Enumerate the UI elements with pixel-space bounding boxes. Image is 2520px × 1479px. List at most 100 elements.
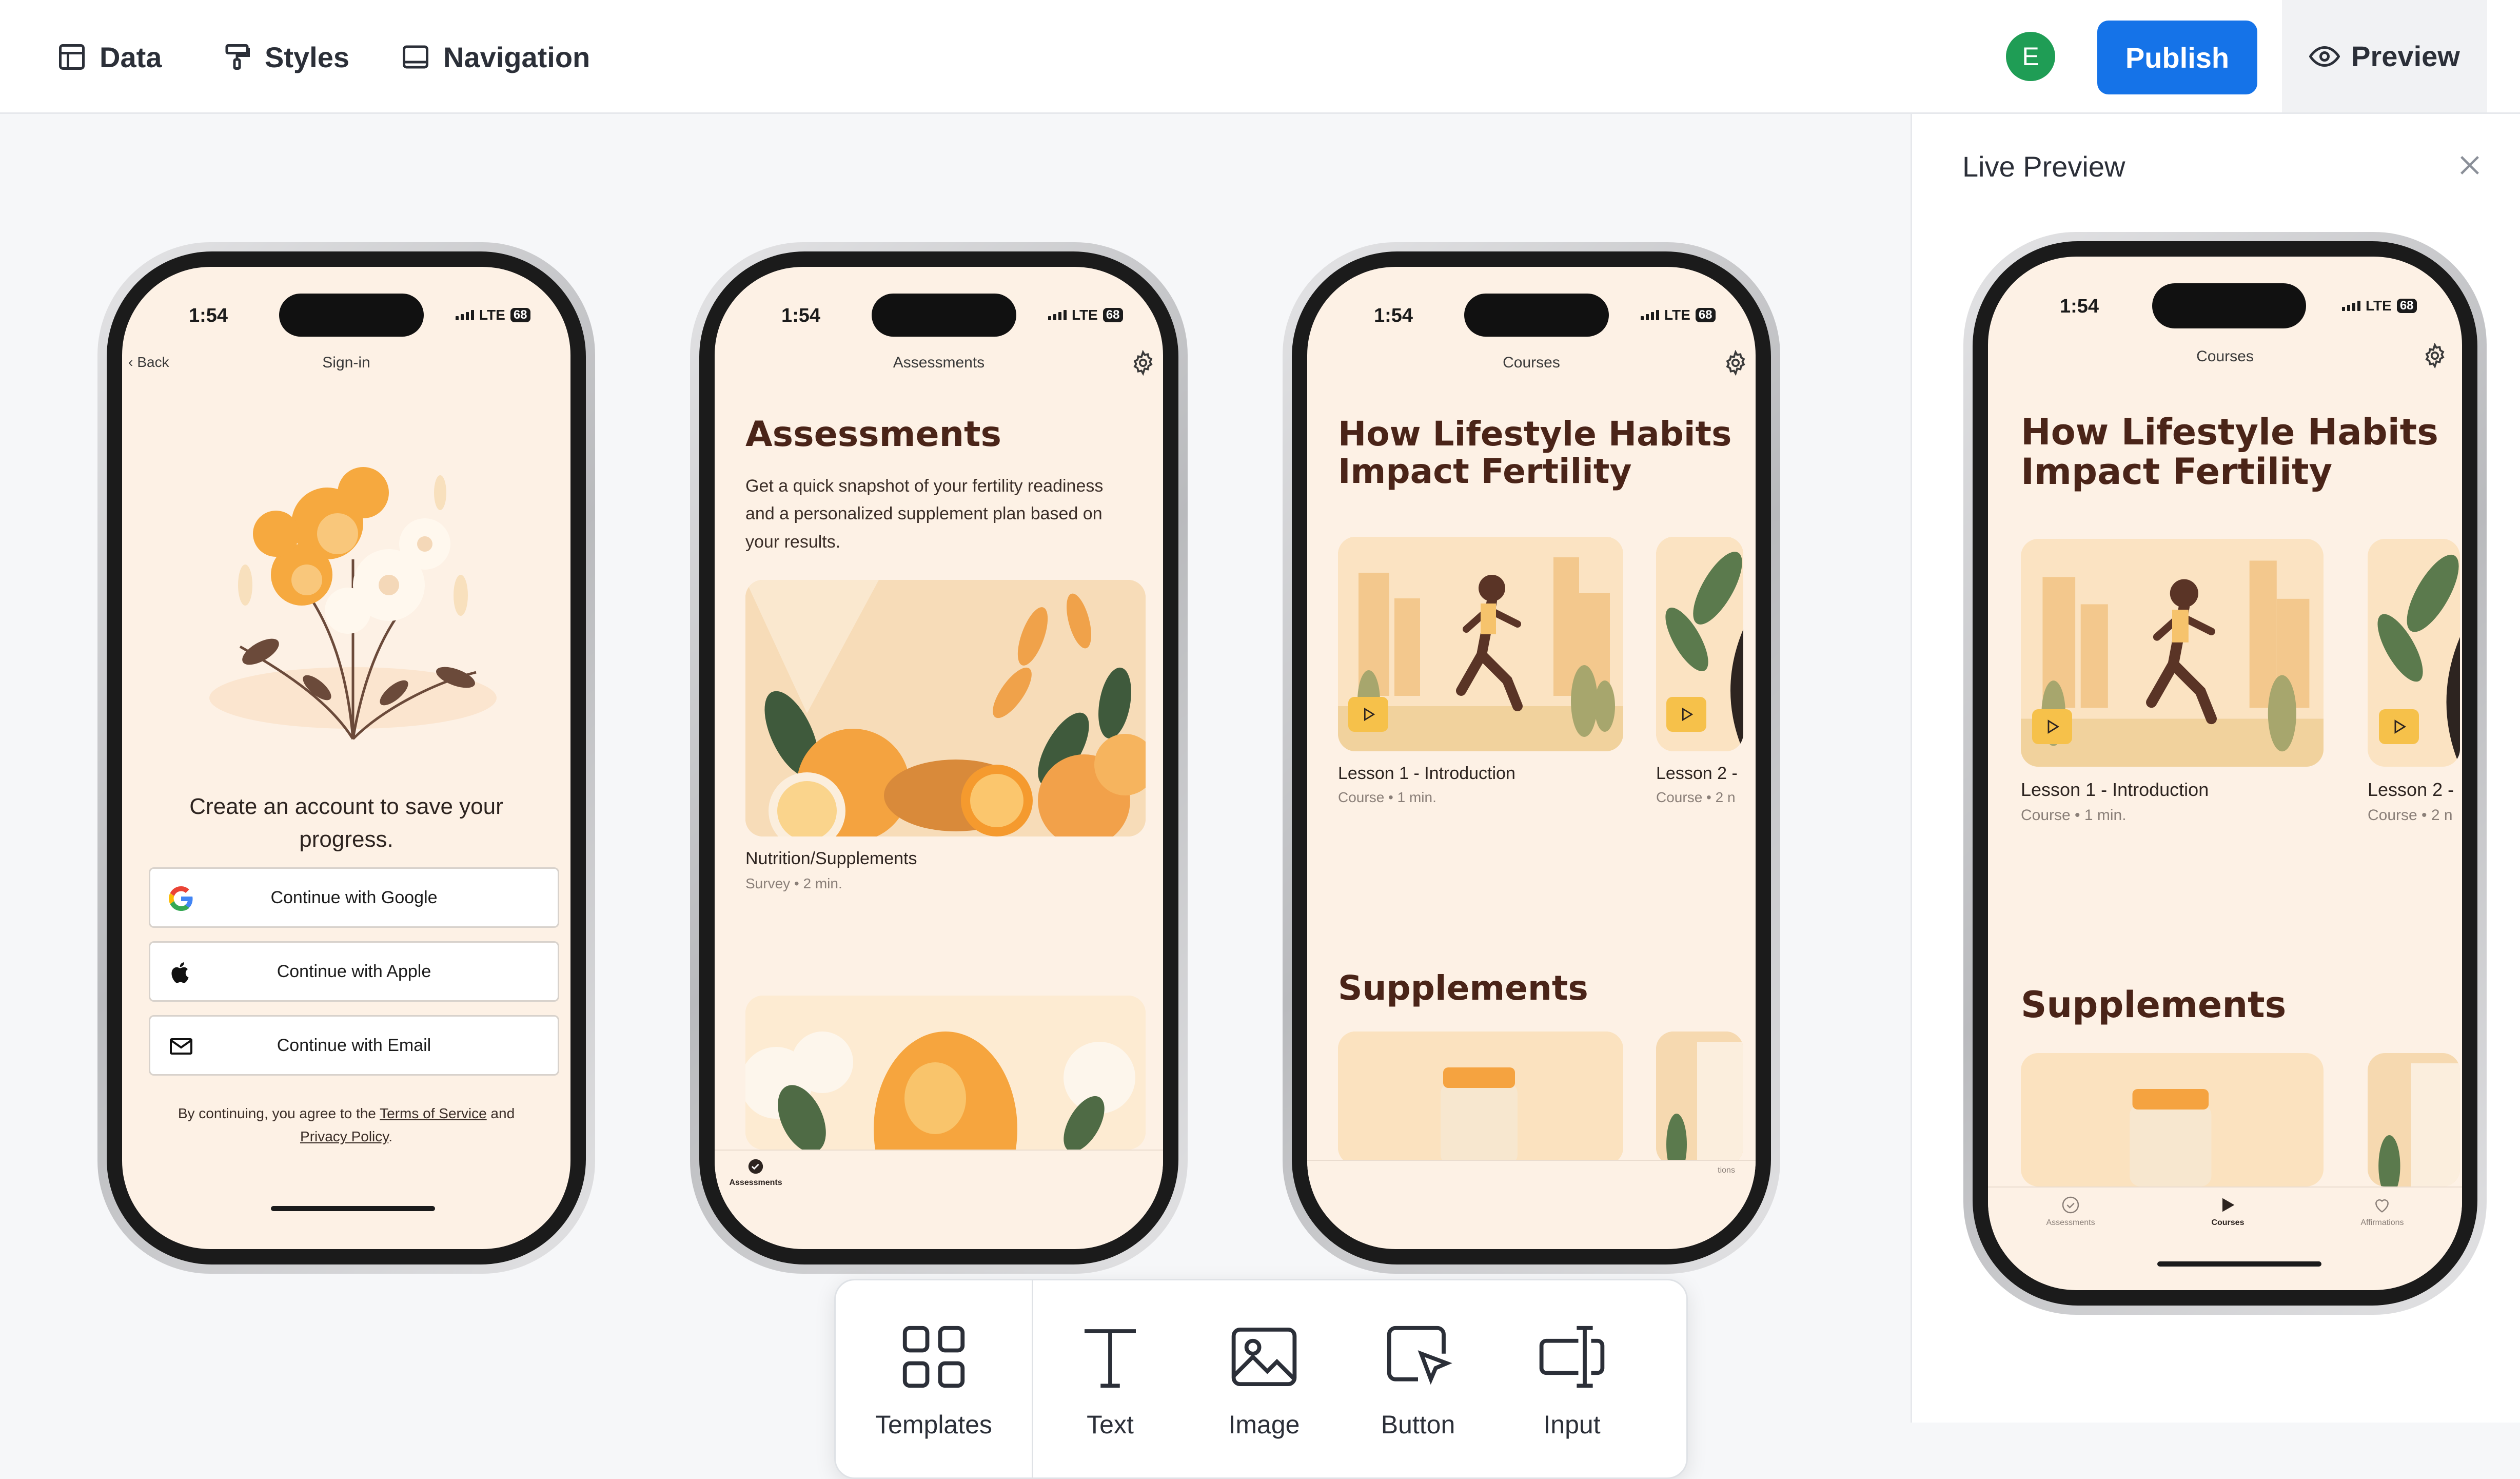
gear-icon[interactable] bbox=[1723, 350, 1748, 376]
lesson-1-title: Lesson 1 - Introduction bbox=[2021, 779, 2209, 800]
signal-icon bbox=[1048, 310, 1067, 320]
nav-assessments[interactable]: Assessments bbox=[729, 1158, 782, 1188]
close-icon[interactable] bbox=[2455, 151, 2484, 180]
nav-courses-label: Courses bbox=[2211, 1218, 2245, 1227]
legal-suffix: . bbox=[388, 1128, 392, 1144]
check-circle-icon bbox=[2062, 1196, 2079, 1214]
jar-illustration bbox=[2021, 1053, 2324, 1186]
nav-affirmations[interactable]: Affirmations bbox=[2360, 1195, 2404, 1228]
play-icon bbox=[2222, 1198, 2235, 1212]
play-button[interactable] bbox=[2379, 709, 2419, 744]
image-label: Image bbox=[1228, 1410, 1300, 1439]
preview-phone-frame[interactable]: 1:54 LTE 68 Courses How Lifestyle Habits… bbox=[1963, 232, 2487, 1315]
gear-icon[interactable] bbox=[1130, 350, 1156, 376]
gear-icon[interactable] bbox=[2422, 343, 2448, 368]
text-label: Text bbox=[1087, 1410, 1134, 1439]
status-time: 1:54 bbox=[1374, 305, 1413, 326]
button-tool[interactable]: Button bbox=[1341, 1280, 1495, 1477]
supplement-card-2[interactable] bbox=[1656, 1032, 1743, 1165]
page-title: Assessments bbox=[745, 414, 1002, 455]
terms-link[interactable]: Terms of Service bbox=[380, 1105, 487, 1121]
second-card-image[interactable] bbox=[745, 996, 1146, 1150]
lesson-1-thumbnail[interactable] bbox=[1338, 537, 1623, 751]
lesson-2-thumbnail[interactable] bbox=[2368, 539, 2460, 767]
nav-assessments[interactable]: Assessments bbox=[2046, 1195, 2095, 1228]
avatar[interactable]: E bbox=[2006, 32, 2055, 81]
play-button[interactable] bbox=[1348, 697, 1388, 732]
dynamic-island bbox=[279, 294, 424, 337]
continue-google-button[interactable]: Continue with Google bbox=[149, 867, 559, 928]
privacy-link[interactable]: Privacy Policy bbox=[300, 1128, 388, 1144]
image-tool[interactable]: Image bbox=[1187, 1280, 1341, 1477]
battery-icon: 68 bbox=[1695, 308, 1716, 322]
play-button[interactable] bbox=[1666, 697, 1706, 732]
bottom-nav: tions bbox=[1307, 1160, 1756, 1212]
continue-email-button[interactable]: Continue with Email bbox=[149, 1015, 559, 1076]
templates-tool[interactable]: Templates bbox=[836, 1280, 1032, 1477]
live-preview-panel: Live Preview 1:54 LTE 68 Courses How Lif… bbox=[1911, 114, 2520, 1423]
tab-data[interactable]: Data bbox=[56, 34, 162, 80]
lesson-1-thumbnail[interactable] bbox=[2021, 539, 2324, 767]
dynamic-island bbox=[872, 294, 1016, 337]
status-time: 1:54 bbox=[2060, 296, 2099, 317]
tab-styles[interactable]: Styles bbox=[222, 34, 349, 80]
input-label: Input bbox=[1543, 1410, 1601, 1439]
title-line-2: Impact Fertility bbox=[1338, 451, 1632, 491]
nav-affirmations-label: tions bbox=[1718, 1166, 1735, 1175]
button-label: Button bbox=[1381, 1410, 1455, 1439]
nav-affirmations[interactable]: tions bbox=[1718, 1166, 1735, 1175]
preview-label: Preview bbox=[2351, 40, 2460, 72]
supplement-card-1[interactable] bbox=[1338, 1032, 1623, 1165]
text-tool[interactable]: Text bbox=[1033, 1280, 1187, 1477]
google-icon bbox=[169, 886, 193, 911]
text-input-icon bbox=[1539, 1326, 1605, 1388]
design-canvas[interactable]: 1:54 LTE 68 ‹ Back Sign-in Create an acc… bbox=[0, 114, 1911, 1479]
lesson-2-meta: Course • 2 n bbox=[2368, 807, 2453, 824]
play-button[interactable] bbox=[2032, 709, 2072, 744]
table-icon bbox=[59, 44, 85, 70]
nav-courses[interactable]: Courses bbox=[2211, 1195, 2244, 1228]
phone-frame-signin[interactable]: 1:54 LTE 68 ‹ Back Sign-in Create an acc… bbox=[97, 242, 595, 1274]
input-tool[interactable]: Input bbox=[1495, 1280, 1649, 1477]
window-plant-illustration bbox=[2368, 1053, 2460, 1186]
title-line-1: How Lifestyle Habits bbox=[1338, 414, 1732, 454]
templates-label: Templates bbox=[875, 1410, 992, 1439]
eye-icon bbox=[2309, 46, 2340, 67]
dynamic-island bbox=[1464, 294, 1609, 337]
continue-apple-button[interactable]: Continue with Apple bbox=[149, 941, 559, 1002]
publish-button[interactable]: Publish bbox=[2097, 21, 2257, 94]
bottom-nav: Assessments Courses Affirmations bbox=[1988, 1186, 2462, 1249]
paint-roller-icon bbox=[225, 44, 250, 70]
signin-prompt: Create an account to save your progress. bbox=[189, 794, 503, 852]
status-indicators: LTE 68 bbox=[2342, 298, 2417, 314]
page-title: How Lifestyle Habits Impact Fertility bbox=[2021, 413, 2438, 492]
network-label: LTE bbox=[2366, 298, 2392, 314]
network-label: LTE bbox=[479, 307, 505, 323]
image-icon bbox=[1231, 1327, 1297, 1387]
heart-icon bbox=[2375, 1199, 2389, 1213]
signal-icon bbox=[1641, 310, 1659, 320]
status-indicators: LTE 68 bbox=[1048, 307, 1123, 323]
nutrition-card-image[interactable] bbox=[745, 580, 1146, 836]
phone-frame-courses[interactable]: 1:54 LTE 68 Courses How Lifestyle Habits… bbox=[1283, 242, 1780, 1274]
tab-navigation[interactable]: Navigation bbox=[400, 34, 590, 80]
legal-text: By continuing, you agree to the Terms of… bbox=[153, 1102, 540, 1149]
supplement-card-2[interactable] bbox=[2368, 1053, 2460, 1186]
screen-courses: 1:54 LTE 68 Courses How Lifestyle Habits… bbox=[1307, 267, 1756, 1249]
lesson-2-thumbnail[interactable] bbox=[1656, 537, 1743, 751]
supplement-card-1[interactable] bbox=[2021, 1053, 2324, 1186]
card-meta: Survey • 2 min. bbox=[745, 875, 842, 891]
title-line-2: Impact Fertility bbox=[2021, 451, 2333, 493]
apple-icon bbox=[171, 962, 189, 983]
screen-signin: 1:54 LTE 68 ‹ Back Sign-in Create an acc… bbox=[122, 267, 570, 1249]
lesson-2-title: Lesson 2 - bbox=[1656, 764, 1738, 783]
title-line-1: How Lifestyle Habits bbox=[2021, 411, 2438, 453]
screen-assessments: 1:54 LTE 68 Assessments Assessments Get … bbox=[715, 267, 1163, 1249]
lesson-1-meta: Course • 1 min. bbox=[2021, 807, 2127, 824]
network-label: LTE bbox=[1664, 307, 1690, 323]
preview-button[interactable]: Preview bbox=[2282, 0, 2487, 112]
home-indicator bbox=[271, 1206, 435, 1211]
play-icon bbox=[2394, 719, 2407, 734]
phone-frame-assessments[interactable]: 1:54 LTE 68 Assessments Assessments Get … bbox=[690, 242, 1188, 1274]
panel-title: Live Preview bbox=[1962, 150, 2125, 183]
